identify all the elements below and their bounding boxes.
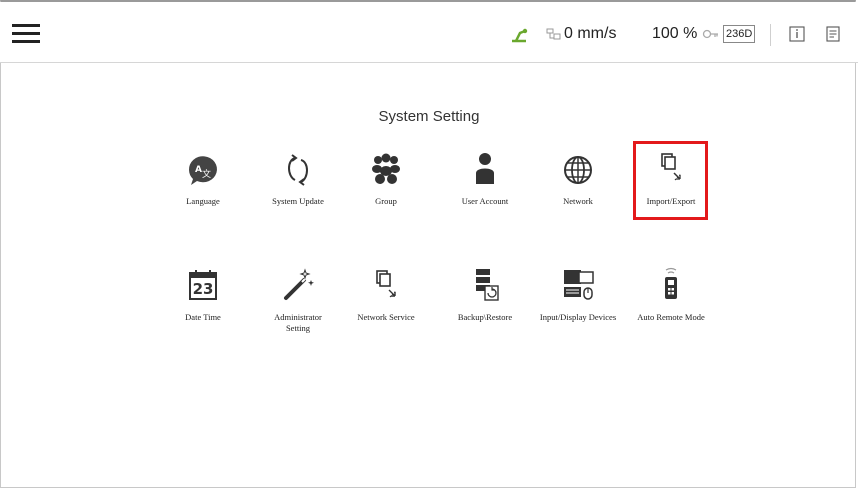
top-bar: 0 mm/s 100 % 236D	[0, 2, 858, 63]
group-tile[interactable]: Group	[342, 150, 430, 207]
language-icon: A 文	[183, 150, 223, 190]
tile-label: Group	[375, 196, 397, 206]
key-icon	[702, 29, 718, 39]
mode-code: 236D	[723, 25, 756, 43]
system-update-tile[interactable]: System Update	[254, 150, 342, 207]
robot-status-icon[interactable]	[508, 22, 530, 46]
tile-label: Auto Remote Mode	[637, 312, 705, 322]
speed-icon	[546, 28, 561, 40]
tile-label: Input/Display Devices	[539, 312, 617, 322]
auto-remote-mode-tile[interactable]: Auto Remote Mode	[627, 266, 715, 323]
network-service-icon	[366, 266, 406, 306]
info-icon[interactable]	[789, 22, 805, 46]
tile-label: System Update	[272, 196, 324, 206]
svg-text:A: A	[195, 165, 202, 175]
tile-label: Network	[563, 196, 593, 206]
tile-label: Date Time	[185, 312, 221, 322]
tile-label: Backup\Restore	[457, 312, 513, 322]
backup-restore-icon	[465, 266, 505, 306]
hamburger-menu-icon[interactable]	[12, 24, 40, 44]
system-update-icon	[278, 150, 318, 190]
tile-label: Network Service	[357, 312, 415, 322]
network-service-tile[interactable]: Network Service	[342, 266, 430, 323]
speed-percent[interactable]: 100 %	[652, 22, 697, 46]
import-export-tile[interactable]: Import/Export	[627, 150, 715, 207]
import-export-icon	[651, 150, 691, 190]
speed-percent-value: 100 %	[652, 25, 698, 42]
user-account-icon	[465, 150, 505, 190]
page-title: System Setting	[378, 108, 480, 125]
app-window	[0, 0, 856, 488]
user-account-tile[interactable]: User Account	[441, 150, 529, 207]
calendar-icon: 23	[183, 266, 223, 306]
svg-text:文: 文	[202, 168, 211, 180]
tile-label: Import/Export	[646, 196, 696, 206]
language-tile[interactable]: A 文 Language	[159, 150, 247, 207]
administrator-setting-tile[interactable]: Administrator Setting	[254, 266, 342, 334]
topbar-divider	[770, 24, 771, 46]
tile-label: User Account	[461, 196, 509, 206]
tile-label: Administrator Setting	[274, 312, 322, 333]
date-time-tile[interactable]: 23 Date Time	[159, 266, 247, 323]
group-icon	[366, 150, 406, 190]
input-display-devices-tile[interactable]: Input/Display Devices	[534, 266, 622, 323]
input-display-devices-icon	[558, 266, 598, 306]
log-icon[interactable]	[826, 22, 840, 46]
speed-indicator: 0 mm/s	[546, 22, 616, 46]
tile-label: Language	[186, 196, 220, 206]
calendar-day: 23	[192, 280, 214, 298]
backup-restore-tile[interactable]: Backup\Restore	[441, 266, 529, 323]
auto-remote-mode-icon	[651, 266, 691, 306]
network-globe-icon	[558, 150, 598, 190]
speed-value: 0 mm/s	[564, 25, 617, 42]
operation-mode-indicator[interactable]: 236D	[702, 22, 756, 46]
network-tile[interactable]: Network	[534, 150, 622, 207]
magic-wand-icon	[278, 266, 318, 306]
